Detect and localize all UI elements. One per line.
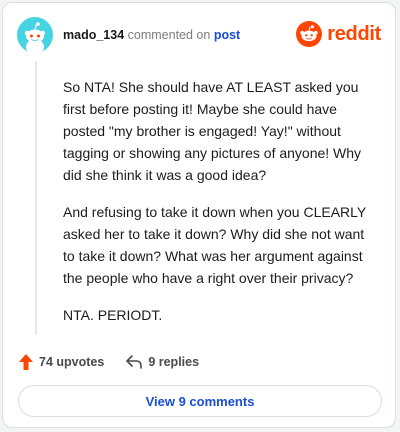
username-link[interactable]: mado_134 (63, 28, 124, 42)
view-comments-button[interactable]: View 9 comments (18, 385, 382, 417)
upvote-count: 74 upvotes (39, 355, 105, 369)
comment-paragraph: So NTA! She should have AT LEAST asked y… (63, 79, 362, 183)
comment-paragraph: And refusing to take it down when you CL… (63, 204, 366, 286)
comment-byline: mado_134 commented on post (63, 28, 240, 42)
upvote-arrow-icon (19, 354, 33, 370)
comment-paragraph: NTA. PERIODT. (63, 307, 163, 323)
user-avatar[interactable] (17, 17, 53, 53)
replies-button[interactable]: 9 replies (126, 355, 199, 369)
reddit-logo[interactable]: reddit (296, 19, 381, 49)
comment-header: mado_134 commented on post reddit (17, 17, 381, 57)
snoo-avatar-icon (24, 22, 46, 53)
reddit-snoo-icon (296, 21, 323, 47)
reddit-wordmark: reddit (327, 22, 381, 45)
comment-actions: 74 upvotes 9 replies (19, 350, 379, 374)
post-link[interactable]: post (214, 28, 240, 42)
reply-count: 9 replies (148, 355, 200, 369)
comment-body: So NTA! She should have AT LEAST asked y… (63, 76, 379, 341)
comment-card: mado_134 commented on post reddit So NTA… (2, 2, 396, 428)
upvote-button[interactable]: 74 upvotes (19, 354, 104, 370)
byline-action-text: commented on (127, 28, 211, 42)
thread-line (35, 61, 37, 335)
reply-arrow-icon (126, 355, 143, 369)
